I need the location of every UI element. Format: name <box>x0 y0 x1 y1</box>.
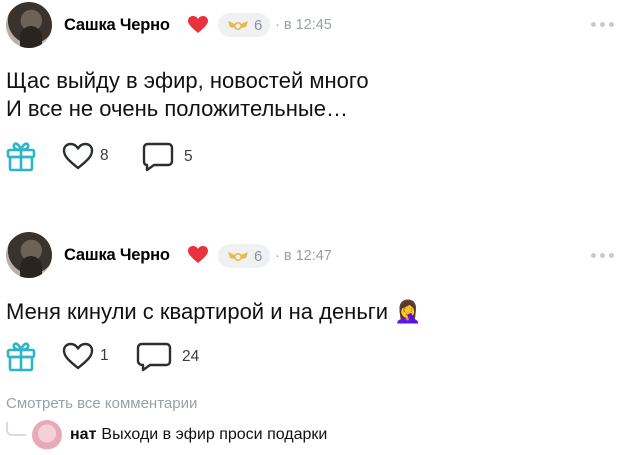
wings-icon <box>228 21 248 31</box>
level-number: 6 <box>254 16 263 34</box>
comment-button[interactable]: 5 <box>142 142 193 172</box>
wings-icon <box>228 252 248 262</box>
gift-button[interactable] <box>6 140 36 172</box>
level-badge[interactable]: 6 <box>218 13 271 37</box>
reply-connector <box>6 422 26 436</box>
like-button[interactable]: 8 <box>62 142 109 170</box>
likes-count: 8 <box>100 147 109 164</box>
gift-icon <box>6 342 36 372</box>
post-text-line: Щас выйду в эфир, новостей много <box>6 68 369 93</box>
heart-emoji-icon <box>188 246 208 263</box>
author-avatar[interactable] <box>6 232 52 278</box>
comment-bubble-icon <box>142 142 174 172</box>
post-time: · в 12:47 <box>275 248 332 264</box>
gift-icon <box>6 142 36 172</box>
level-number: 6 <box>254 247 263 265</box>
post-text-line: И все не очень положительные… <box>6 96 348 121</box>
comments-count: 24 <box>182 348 200 365</box>
see-all-comments-link[interactable]: Смотреть все комментарии <box>6 395 197 412</box>
commenter-avatar[interactable] <box>32 420 62 450</box>
post-time: · в 12:45 <box>275 17 332 33</box>
more-options-icon[interactable] <box>591 253 614 258</box>
comment-text: Выходи в эфир проси подарки <box>101 426 328 443</box>
comment-button[interactable]: 24 <box>136 342 199 372</box>
comments-count: 5 <box>184 148 193 165</box>
commenter-name[interactable]: нат <box>70 426 96 443</box>
author-name[interactable]: Сашка Черно <box>64 246 170 265</box>
author-avatar[interactable] <box>6 2 52 48</box>
like-button[interactable]: 1 <box>62 342 109 370</box>
level-badge[interactable]: 6 <box>218 244 271 268</box>
more-options-icon[interactable] <box>591 22 614 27</box>
post-text-line: Меня кинули с квартирой и на деньги 🤦‍♀️ <box>6 299 422 324</box>
post-text: Щас выйду в эфир, новостей много И все н… <box>6 67 369 123</box>
heart-outline-icon <box>62 342 94 370</box>
heart-outline-icon <box>62 142 94 170</box>
preview-comment[interactable]: нат Выходи в эфир проси подарки <box>70 426 327 444</box>
post-text: Меня кинули с квартирой и на деньги 🤦‍♀️ <box>6 298 422 326</box>
likes-count: 1 <box>100 347 109 364</box>
gift-button[interactable] <box>6 340 36 372</box>
comment-bubble-icon <box>136 342 172 372</box>
author-name[interactable]: Сашка Черно <box>64 16 170 35</box>
heart-emoji-icon <box>188 16 208 33</box>
